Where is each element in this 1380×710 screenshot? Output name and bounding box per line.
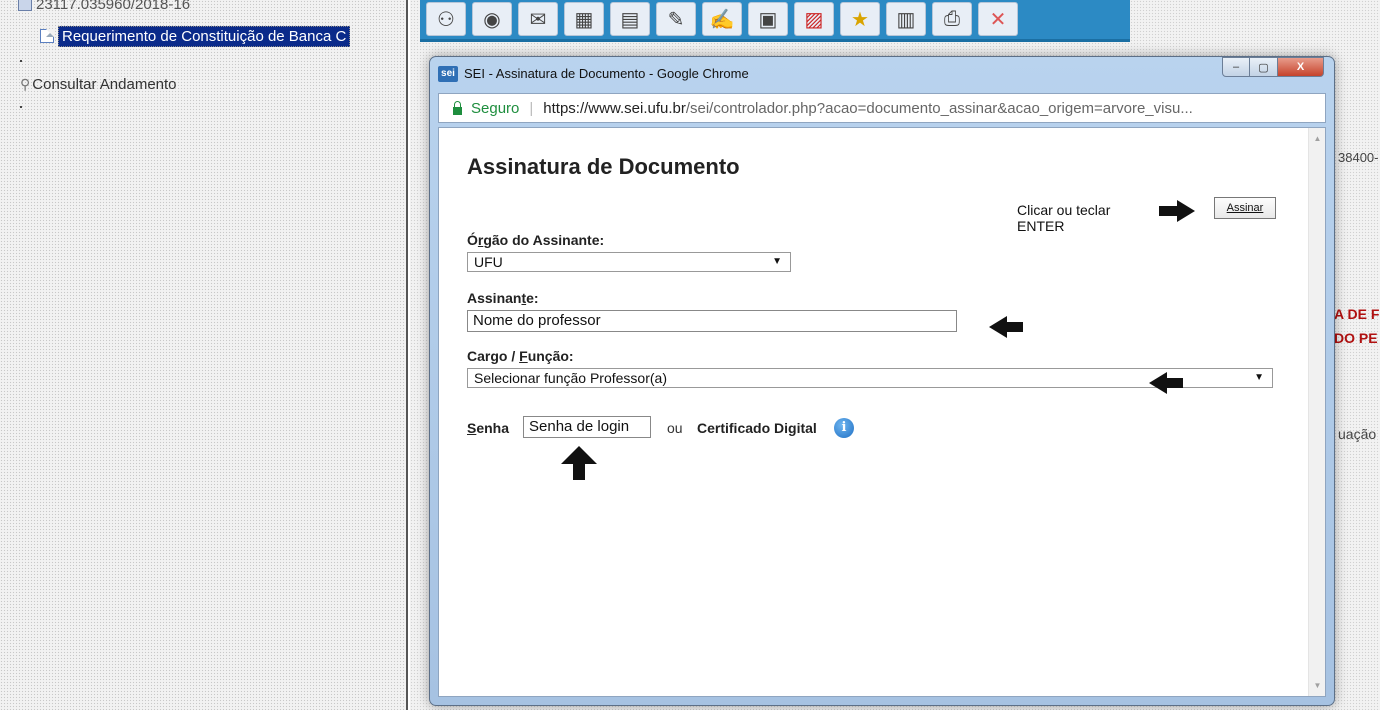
- left-arrow-icon: [989, 316, 1025, 338]
- org-select[interactable]: UFU ▼: [467, 252, 791, 272]
- sign-document-window: sei SEI - Assinatura de Documento - Goog…: [429, 56, 1335, 706]
- document-icon: [40, 29, 54, 43]
- process-number: 23117.035960/2018-16: [36, 0, 191, 13]
- tree-process-item[interactable]: 23117.035960/2018-16: [18, 0, 190, 13]
- left-arrow-icon: [1149, 372, 1185, 394]
- org-select-value: UFU: [474, 254, 503, 270]
- process-tree-panel: 23117.035960/2018-16 Requerimento de Con…: [0, 0, 408, 710]
- document-icon[interactable]: ▤: [610, 2, 650, 36]
- url-host: https://www.sei.ufu.br: [543, 99, 686, 117]
- search-icon: ⚲: [20, 76, 31, 92]
- info-icon[interactable]: i: [834, 418, 854, 438]
- process-folder-icon: [18, 0, 32, 11]
- page-title: Assinatura de Documento: [467, 154, 740, 179]
- address-bar[interactable]: Seguro | https://www.sei.ufu.br/sei/cont…: [438, 93, 1326, 123]
- sign-button[interactable]: Assinar: [1214, 197, 1276, 219]
- role-select-value: Selecionar função Professor(a): [474, 370, 667, 386]
- role-label: Cargo / Função:: [467, 348, 574, 364]
- printer-icon[interactable]: ⎙: [932, 2, 972, 36]
- tree-dot: [20, 106, 22, 108]
- eye-icon[interactable]: ◉: [472, 2, 512, 36]
- chevron-down-icon: ▼: [772, 256, 782, 267]
- side-number: 38400-: [1338, 150, 1379, 165]
- signer-input[interactable]: Nome do professor: [467, 310, 957, 332]
- people-icon[interactable]: ⚇: [426, 2, 466, 36]
- minimize-button[interactable]: –: [1222, 57, 1250, 77]
- cancel-icon[interactable]: ▨: [794, 2, 834, 36]
- lock-icon: [453, 100, 462, 115]
- or-label: ou: [667, 420, 683, 436]
- consult-progress-link[interactable]: ⚲ Consultar Andamento: [20, 76, 177, 93]
- right-arrow-icon: [1159, 200, 1195, 222]
- envelope-icon[interactable]: ✉: [518, 2, 558, 36]
- vertical-scrollbar[interactable]: ▲ ▼: [1308, 128, 1325, 696]
- files-icon[interactable]: ▥: [886, 2, 926, 36]
- consult-label: Consultar Andamento: [32, 76, 177, 93]
- cross-icon[interactable]: ✕: [978, 2, 1018, 36]
- star-icon[interactable]: ★: [840, 2, 880, 36]
- maximize-button[interactable]: ▢: [1250, 57, 1278, 77]
- signer-label: Assinante:: [467, 290, 539, 306]
- side-red-text-1: A DE F: [1334, 306, 1380, 322]
- chart-icon[interactable]: ▦: [564, 2, 604, 36]
- sign-button-label: Assinar: [1226, 202, 1264, 214]
- sign-icon[interactable]: ✍: [702, 2, 742, 36]
- up-arrow-icon: [561, 446, 597, 482]
- close-button[interactable]: X: [1278, 57, 1324, 77]
- secure-label: Seguro: [471, 99, 520, 117]
- window-controls: – ▢ X: [1222, 57, 1324, 77]
- box-icon[interactable]: ▣: [748, 2, 788, 36]
- address-separator: |: [529, 99, 534, 117]
- scroll-up-icon[interactable]: ▲: [1309, 134, 1326, 143]
- password-input[interactable]: Senha de login: [523, 416, 651, 438]
- page-viewport: Assinatura de Documento Clicar ou teclar…: [438, 127, 1326, 697]
- window-titlebar[interactable]: sei SEI - Assinatura de Documento - Goog…: [430, 57, 1334, 91]
- side-text: uação: [1338, 426, 1377, 442]
- document-label: Requerimento de Constituição de Banca C: [58, 26, 351, 47]
- pen-icon[interactable]: ✎: [656, 2, 696, 36]
- tree-document-item[interactable]: Requerimento de Constituição de Banca C: [40, 26, 351, 47]
- sign-document-form: Assinatura de Documento Clicar ou teclar…: [439, 128, 1308, 696]
- url-path: /sei/controlador.php?acao=documento_assi…: [685, 99, 1193, 117]
- click-hint-text: Clicar ou teclar ENTER: [1017, 202, 1111, 234]
- org-label: Órgão do Assinante:: [467, 232, 605, 248]
- chevron-down-icon: ▼: [1254, 372, 1264, 383]
- digital-certificate-label[interactable]: Certificado Digital: [697, 420, 817, 436]
- window-title: SEI - Assinatura de Documento - Google C…: [464, 66, 749, 81]
- scroll-down-icon[interactable]: ▼: [1309, 681, 1326, 690]
- password-label: Senha: [467, 420, 510, 436]
- side-red-text-2: DO PE: [1334, 330, 1378, 346]
- sei-logo-icon: sei: [438, 66, 458, 82]
- document-toolbar: ⚇ ◉ ✉ ▦ ▤ ✎ ✍ ▣ ▨ ★ ▥ ⎙ ✕: [420, 0, 1130, 42]
- tree-dot: [20, 60, 22, 62]
